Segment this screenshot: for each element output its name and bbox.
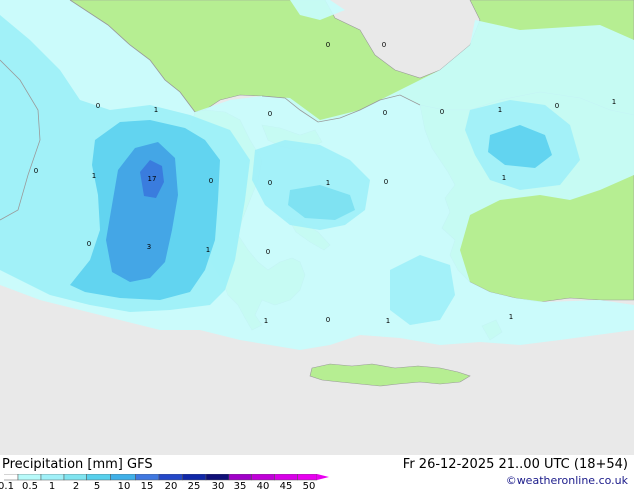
point-label: 1 [612,98,616,106]
legend-swatch [135,474,160,481]
legend-tick-label: 45 [279,481,293,492]
point-label: 0 [96,102,100,110]
precipitation-map: 0 0 0 1 0 0 0 1 0 1 17 0 0 1 0 1 1 0 3 1… [0,0,634,455]
map-canvas: 0 0 0 1 0 0 0 1 0 1 17 0 0 1 0 1 1 0 3 1… [0,0,634,455]
point-label: 0 [440,108,444,116]
point-label: 1 [326,179,330,187]
point-label: 0 [384,178,388,186]
legend-tick-label: 35 [233,481,247,492]
legend-swatch [86,474,111,481]
legend-tick-label: 0.1 [0,481,14,492]
legend-tick-label: 50 [302,481,316,492]
legend-swatch [158,474,183,481]
point-label: 0 [209,177,213,185]
point-label: 1 [386,317,390,325]
legend-swatch [205,474,230,481]
point-label: 0 [266,248,270,256]
point-label: 1 [502,174,506,182]
point-label: 0 [382,41,386,49]
legend-swatch [228,474,252,481]
legend-swatch [182,474,207,481]
point-label: 0 [326,41,330,49]
point-label: 1 [154,106,158,114]
point-label: 1 [92,172,96,180]
legend-swatch [63,474,87,481]
legend-swatch [4,474,19,481]
legend-swatch [274,474,298,481]
legend-tick-label: 20 [164,481,178,492]
source-credit[interactable]: ©weatheronline.co.uk [506,474,628,487]
point-label: 0 [87,240,91,248]
legend-swatch [40,474,65,481]
legend-tick-label: 5 [93,481,101,492]
point-label: 0 [34,167,38,175]
point-label: 0 [268,179,272,187]
point-label: 0 [268,110,272,118]
legend-tick-label: 30 [211,481,225,492]
point-label: 1 [509,313,513,321]
legend-tick-label: 1 [48,481,56,492]
point-label: 0 [326,316,330,324]
legend-swatch [251,474,275,481]
legend-tick-label: 2 [72,481,80,492]
map-title: Precipitation [mm] GFS [2,457,153,472]
point-label: 1 [264,317,268,325]
legend-swatch [110,474,136,481]
point-label: 17 [148,175,157,183]
legend-tick-label: 0.5 [22,481,38,492]
point-label: 1 [498,106,502,114]
point-label: 3 [147,243,151,251]
legend-swatch [17,474,42,481]
point-label: 1 [206,246,210,254]
legend-tick-label: 25 [187,481,201,492]
point-label: 0 [555,102,559,110]
valid-time: Fr 26-12-2025 21..00 UTC (18+54) [402,457,628,472]
legend-arrow [317,474,329,480]
legend-tick-label: 10 [117,481,131,492]
legend-tick-label: 15 [140,481,154,492]
legend-swatch [297,474,318,481]
point-label: 0 [383,109,387,117]
legend-tick-label: 40 [256,481,270,492]
